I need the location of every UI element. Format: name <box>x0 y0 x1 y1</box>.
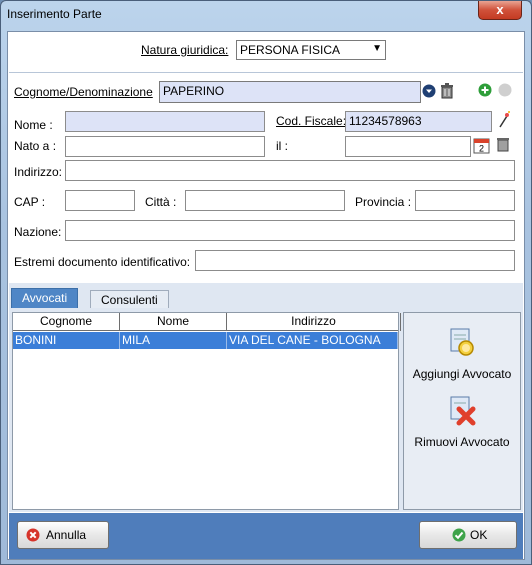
cognome-label: Cognome/Denominazione <box>14 85 153 99</box>
tab-avvocati-label: Avvocati <box>22 291 68 305</box>
trash-date-icon[interactable] <box>496 136 510 152</box>
indirizzo-label: Indirizzo: <box>14 165 63 179</box>
cell-indirizzo: VIA DEL CANE - BOLOGNA <box>227 332 398 349</box>
tab-avvocati[interactable]: Avvocati <box>11 288 79 308</box>
il-date-input[interactable] <box>345 136 471 157</box>
window-title: Inserimento Parte <box>7 7 102 21</box>
nazione-input[interactable] <box>65 220 515 241</box>
tab-consulenti[interactable]: Consulenti <box>90 290 169 308</box>
dropdown-circle-icon[interactable] <box>422 84 436 98</box>
checkmark-icon <box>452 528 466 542</box>
nome-label: Nome : <box>14 118 53 132</box>
natura-giuridica-value: PERSONA FISICA <box>240 43 341 57</box>
nato-a-label: Nato a : <box>14 139 57 153</box>
remove-lawyer-icon <box>450 396 476 426</box>
il-label: il : <box>276 139 288 153</box>
dialog-footer: Annulla OK <box>9 513 523 559</box>
magic-wand-icon[interactable] <box>497 110 511 128</box>
dialog-window: Inserimento Parte x Natura giuridica: PE… <box>0 0 532 565</box>
cell-cognome: BONINI <box>13 332 120 349</box>
cancel-label: Annulla <box>46 528 87 542</box>
estremi-input[interactable] <box>195 250 515 271</box>
chevron-down-icon: ▼ <box>372 43 382 54</box>
citta-input[interactable] <box>185 190 345 211</box>
remove-lawyer-label: Rimuovi Avvocato <box>414 435 510 449</box>
calendar-day-number: 2 <box>479 144 484 154</box>
table-header: Cognome Nome Indirizzo <box>13 313 401 331</box>
ok-label: OK <box>470 528 488 542</box>
cod-fiscale-input[interactable]: 11234578963 <box>345 111 492 132</box>
natura-giuridica-select[interactable]: PERSONA FISICA ▼ <box>236 40 386 60</box>
table-row[interactable]: BONINI MILA VIA DEL CANE - BOLOGNA <box>13 332 398 349</box>
ok-button[interactable]: OK <box>419 521 517 549</box>
cod-fiscale-value: 11234578963 <box>349 114 422 128</box>
remove-icon[interactable] <box>498 83 512 97</box>
lawyers-table[interactable]: Cognome Nome Indirizzo BONINI MILA VIA D… <box>12 312 401 510</box>
add-lawyer-button[interactable]: Aggiungi Avvocato <box>404 327 520 381</box>
cod-fiscale-label: Cod. Fiscale: <box>276 114 347 128</box>
trash-icon[interactable] <box>440 83 454 99</box>
column-header-nome[interactable]: Nome <box>120 313 227 331</box>
remove-lawyer-button[interactable]: Rimuovi Avvocato <box>404 395 520 449</box>
provincia-input[interactable] <box>415 190 515 211</box>
estremi-label: Estremi documento identificativo: <box>14 255 191 269</box>
cap-label: CAP : <box>14 195 46 209</box>
cell-nome: MILA <box>120 332 227 349</box>
column-header-indirizzo[interactable]: Indirizzo <box>227 313 401 331</box>
column-header-cognome[interactable]: Cognome <box>13 313 120 331</box>
dialog-body: Natura giuridica: PERSONA FISICA ▼ Cogno… <box>7 31 525 560</box>
add-icon[interactable] <box>478 83 492 97</box>
calendar-icon[interactable]: 2 <box>473 136 490 154</box>
cancel-icon <box>26 528 40 542</box>
tab-consulenti-label: Consulenti <box>101 293 158 307</box>
cognome-value: PAPERINO <box>163 84 225 98</box>
citta-label: Città : <box>145 195 177 209</box>
cap-input[interactable] <box>65 190 135 211</box>
nato-a-input[interactable] <box>65 136 265 157</box>
nome-input[interactable] <box>65 111 265 132</box>
provincia-label: Provincia : <box>355 195 412 209</box>
close-icon: x <box>496 2 504 17</box>
lawyers-panel: Avvocati Consulenti Cognome Nome Indiriz… <box>9 283 523 512</box>
cognome-combo[interactable]: PAPERINO <box>159 81 421 103</box>
divider <box>9 72 523 73</box>
close-button[interactable]: x <box>478 1 522 20</box>
natura-giuridica-label: Natura giuridica: <box>141 43 229 57</box>
cancel-button[interactable]: Annulla <box>17 521 109 549</box>
lawyer-actions-panel: Aggiungi Avvocato Rimuovi Avvocato <box>403 312 521 510</box>
add-lawyer-icon <box>450 328 474 356</box>
title-bar[interactable]: Inserimento Parte x <box>1 1 531 27</box>
add-lawyer-label: Aggiungi Avvocato <box>412 367 512 381</box>
nazione-label: Nazione: <box>14 225 62 239</box>
indirizzo-input[interactable] <box>65 160 515 181</box>
